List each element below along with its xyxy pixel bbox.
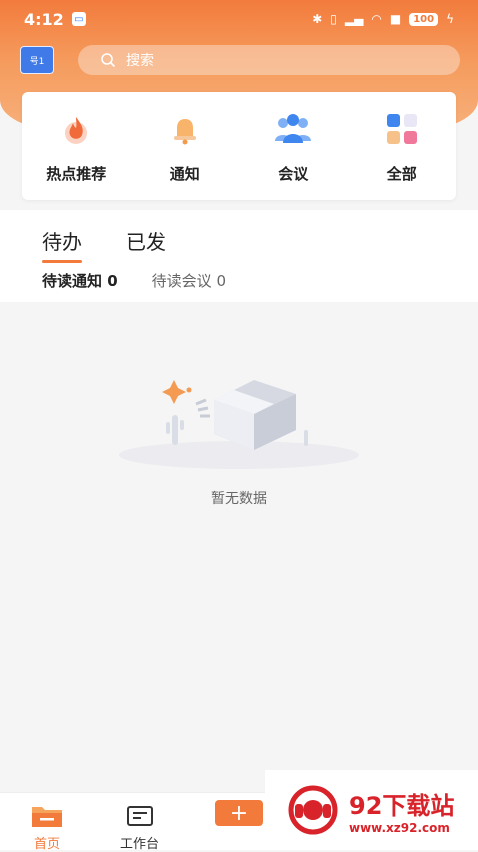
watermark-logo-icon [288, 785, 338, 835]
watermark: 92下载站 www.xz92.com [265, 770, 478, 850]
signal-icon: ▂▄ [344, 12, 364, 26]
bell-icon [163, 109, 207, 149]
search-icon [101, 53, 116, 68]
flame-icon [54, 109, 98, 149]
watermark-url: www.xz92.com [349, 820, 450, 835]
todo-section: 待办 已发 待读通知 0 待读会议 0 [0, 210, 478, 302]
shortcut-hot[interactable]: 热点推荐 [26, 109, 126, 184]
vibrate-icon: ▯ [330, 12, 337, 26]
empty-state: 暂无数据 [0, 360, 478, 507]
wifi-icon: ◠ [371, 12, 382, 26]
unread-notice-count[interactable]: 待读通知 0 [42, 270, 118, 291]
workbench-icon [126, 806, 153, 826]
top-row: 号1 搜索 [20, 44, 460, 76]
shortcut-meeting[interactable]: 会议 [243, 109, 343, 184]
shortcut-label: 会议 [278, 164, 309, 183]
watermark-title: 92下载站 [349, 791, 455, 820]
shortcut-notice[interactable]: 通知 [135, 109, 235, 184]
shortcut-all[interactable]: 全部 [352, 109, 452, 184]
alert-icon: ■ [389, 12, 402, 26]
grid-icon [380, 109, 424, 149]
search-input[interactable]: 搜索 [78, 45, 460, 75]
app-notification-icon: ▭ [71, 12, 86, 26]
search-placeholder: 搜索 [126, 53, 154, 69]
add-button[interactable]: + [215, 800, 263, 826]
status-bar: 4:12 ▭ ✱ ▯ ▂▄ ◠ ■ 100 ϟ [0, 0, 478, 38]
org-badge[interactable]: 号1 [20, 46, 54, 74]
status-time: 4:12 [24, 9, 64, 29]
shortcut-label: 全部 [386, 164, 417, 183]
people-icon [271, 109, 315, 149]
unread-counts: 待读通知 0 待读会议 0 [42, 270, 226, 291]
shortcut-label: 热点推荐 [46, 164, 107, 183]
tab-sent[interactable]: 已发 [126, 226, 166, 263]
charging-icon: ϟ [446, 12, 454, 26]
tabbar-item-home[interactable]: 首页 [30, 803, 64, 852]
folder-icon [32, 807, 62, 827]
tabbar-label: 工作台 [120, 837, 160, 852]
empty-state-text: 暂无数据 [211, 491, 267, 507]
tabbar-item-workbench[interactable]: 工作台 [120, 803, 159, 852]
bluetooth-icon: ✱ [312, 12, 323, 26]
shortcut-card: 热点推荐 通知 会议 全部 [22, 92, 456, 200]
todo-tabs: 待办 已发 [42, 226, 166, 263]
unread-meeting-count[interactable]: 待读会议 0 [152, 270, 226, 291]
tabbar-label: 首页 [33, 837, 60, 852]
battery-indicator: 100 [409, 12, 439, 26]
empty-box-illustration [119, 380, 359, 469]
shortcut-label: 通知 [169, 164, 200, 183]
tab-todo[interactable]: 待办 [42, 226, 82, 263]
